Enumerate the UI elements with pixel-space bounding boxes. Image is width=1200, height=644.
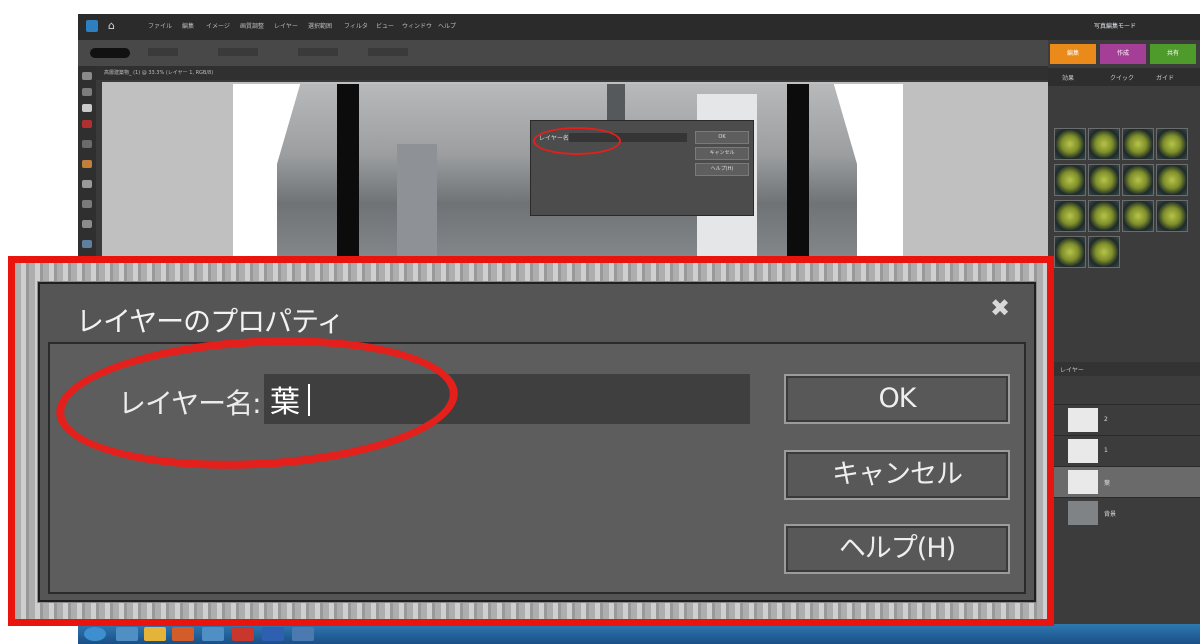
subtab-effects[interactable]: 効果 bbox=[1062, 73, 1074, 82]
tab-edit[interactable]: 編集 bbox=[1050, 44, 1096, 64]
eyedropper-tool-icon[interactable] bbox=[82, 120, 92, 128]
menu-item-image[interactable]: イメージ bbox=[206, 21, 230, 30]
menu-bar: ⌂ ファイル 編集 イメージ 画質調整 レイヤー 選択範囲 フィルタ ビュー ウ… bbox=[78, 14, 1200, 40]
effect-thumbnail[interactable] bbox=[1088, 164, 1120, 196]
menu-item-select[interactable]: 選択範囲 bbox=[308, 21, 332, 30]
start-button-icon[interactable] bbox=[84, 627, 106, 641]
dialog-title: レイヤーのプロパティ bbox=[76, 305, 344, 338]
layer-name: 1 bbox=[1104, 447, 1108, 454]
cancel-button[interactable]: キャンセル bbox=[784, 450, 1010, 500]
effect-thumbnail[interactable] bbox=[1156, 128, 1188, 160]
type-tool-icon[interactable] bbox=[82, 220, 92, 228]
layer-thumbnail bbox=[1068, 470, 1098, 494]
layers-title: レイヤー bbox=[1060, 367, 1084, 374]
layer-row[interactable]: 1 bbox=[1048, 435, 1200, 466]
crop-tool-icon[interactable] bbox=[82, 240, 92, 248]
taskbar-ie-icon[interactable] bbox=[116, 627, 138, 641]
app-logo-icon bbox=[86, 20, 98, 32]
layer-row[interactable]: 背景 bbox=[1048, 497, 1200, 528]
menu-item-file[interactable]: ファイル bbox=[148, 21, 172, 30]
layer-name: 背景 bbox=[1104, 511, 1117, 518]
marquee-tool-icon[interactable] bbox=[82, 140, 92, 148]
options-control-3[interactable] bbox=[298, 48, 338, 56]
document-tab-title: 高層建築物_ (1) @ 33.3% (レイヤー 1, RGB/8) bbox=[104, 70, 214, 76]
layer-properties-dialog-small: レイヤー名: 葉 OK キャンセル ヘルプ(H) bbox=[530, 120, 754, 216]
tab-create[interactable]: 作成 bbox=[1100, 44, 1146, 64]
brush-tool-icon[interactable] bbox=[82, 200, 92, 208]
taskbar-pdf-icon[interactable] bbox=[232, 627, 254, 641]
window-frame-right bbox=[787, 84, 809, 284]
effect-thumbnail[interactable] bbox=[1088, 236, 1120, 268]
menu-item-view[interactable]: ビュー bbox=[376, 21, 394, 30]
taskbar-word-icon[interactable] bbox=[262, 627, 284, 641]
effect-thumbnail[interactable] bbox=[1156, 164, 1188, 196]
options-control-1[interactable] bbox=[148, 48, 178, 56]
taskbar-folder-icon[interactable] bbox=[144, 627, 166, 641]
subtab-guide[interactable]: ガイド bbox=[1156, 73, 1174, 82]
layer-thumbnail bbox=[1068, 408, 1098, 432]
window-frame-left bbox=[337, 84, 359, 284]
layer-row[interactable]: 2 bbox=[1048, 404, 1200, 435]
options-control-4[interactable] bbox=[368, 48, 408, 56]
mini-help-button[interactable]: ヘルプ(H) bbox=[695, 163, 749, 176]
mode-label[interactable]: 写真編集モード bbox=[1094, 21, 1136, 30]
taskbar-app-icon[interactable] bbox=[202, 627, 224, 641]
menu-item-enhance[interactable]: 画質調整 bbox=[240, 21, 264, 30]
layers-panel-header[interactable]: レイヤー bbox=[1048, 362, 1200, 376]
mini-cancel-button[interactable]: キャンセル bbox=[695, 147, 749, 160]
options-control-2[interactable] bbox=[218, 48, 258, 56]
brush-preview-icon[interactable] bbox=[90, 48, 130, 58]
right-panel: 編集 作成 共有 効果 クイック ガイド レイヤー 2 1 葉 背景 bbox=[1048, 40, 1200, 634]
taskbar-photo-icon[interactable] bbox=[292, 627, 314, 641]
layer-name: 2 bbox=[1104, 416, 1108, 423]
highlight-circle-small bbox=[533, 127, 621, 155]
help-button[interactable]: ヘルプ(H) bbox=[784, 524, 1010, 574]
subtab-quick[interactable]: クイック bbox=[1110, 73, 1134, 82]
effect-thumbnail[interactable] bbox=[1122, 200, 1154, 232]
effect-thumbnail[interactable] bbox=[1054, 200, 1086, 232]
layer-thumbnail bbox=[1068, 439, 1098, 463]
lasso-tool-icon[interactable] bbox=[82, 160, 92, 168]
effect-thumbnail[interactable] bbox=[1122, 128, 1154, 160]
effect-thumbnail[interactable] bbox=[1054, 236, 1086, 268]
menu-item-edit[interactable]: 編集 bbox=[182, 21, 194, 30]
mini-ok-button[interactable]: OK bbox=[695, 131, 749, 144]
menu-item-help[interactable]: ヘルプ bbox=[438, 21, 456, 30]
effect-thumbnail[interactable] bbox=[1054, 128, 1086, 160]
effect-thumbnail[interactable] bbox=[1088, 200, 1120, 232]
hand-tool-icon[interactable] bbox=[82, 104, 92, 112]
effect-thumbnail[interactable] bbox=[1156, 200, 1188, 232]
layer-row-selected[interactable]: 葉 bbox=[1048, 466, 1200, 497]
zoom-tool-icon[interactable] bbox=[82, 88, 92, 96]
move-tool-icon[interactable] bbox=[82, 72, 92, 80]
menu-item-window[interactable]: ウィンドウ bbox=[402, 21, 432, 30]
close-icon[interactable]: ✖ bbox=[990, 294, 1010, 322]
layer-thumbnail bbox=[1068, 501, 1098, 525]
effect-thumbnail[interactable] bbox=[1054, 164, 1086, 196]
document-tab[interactable]: 高層建築物_ (1) @ 33.3% (レイヤー 1, RGB/8) bbox=[96, 66, 1048, 80]
home-icon[interactable]: ⌂ bbox=[108, 20, 120, 32]
options-bar bbox=[78, 40, 1200, 67]
menu-item-filter[interactable]: フィルタ bbox=[344, 21, 368, 30]
taskbar-media-icon[interactable] bbox=[172, 627, 194, 641]
tab-share[interactable]: 共有 bbox=[1150, 44, 1196, 64]
panel-subtabs: 効果 クイック ガイド bbox=[1048, 68, 1200, 86]
taskbar bbox=[78, 624, 1200, 644]
ok-button[interactable]: OK bbox=[784, 374, 1010, 424]
wand-tool-icon[interactable] bbox=[82, 180, 92, 188]
effect-thumbnail[interactable] bbox=[1088, 128, 1120, 160]
effect-thumbnail[interactable] bbox=[1122, 164, 1154, 196]
menu-item-layer[interactable]: レイヤー bbox=[274, 21, 298, 30]
layer-name: 葉 bbox=[1104, 480, 1111, 487]
